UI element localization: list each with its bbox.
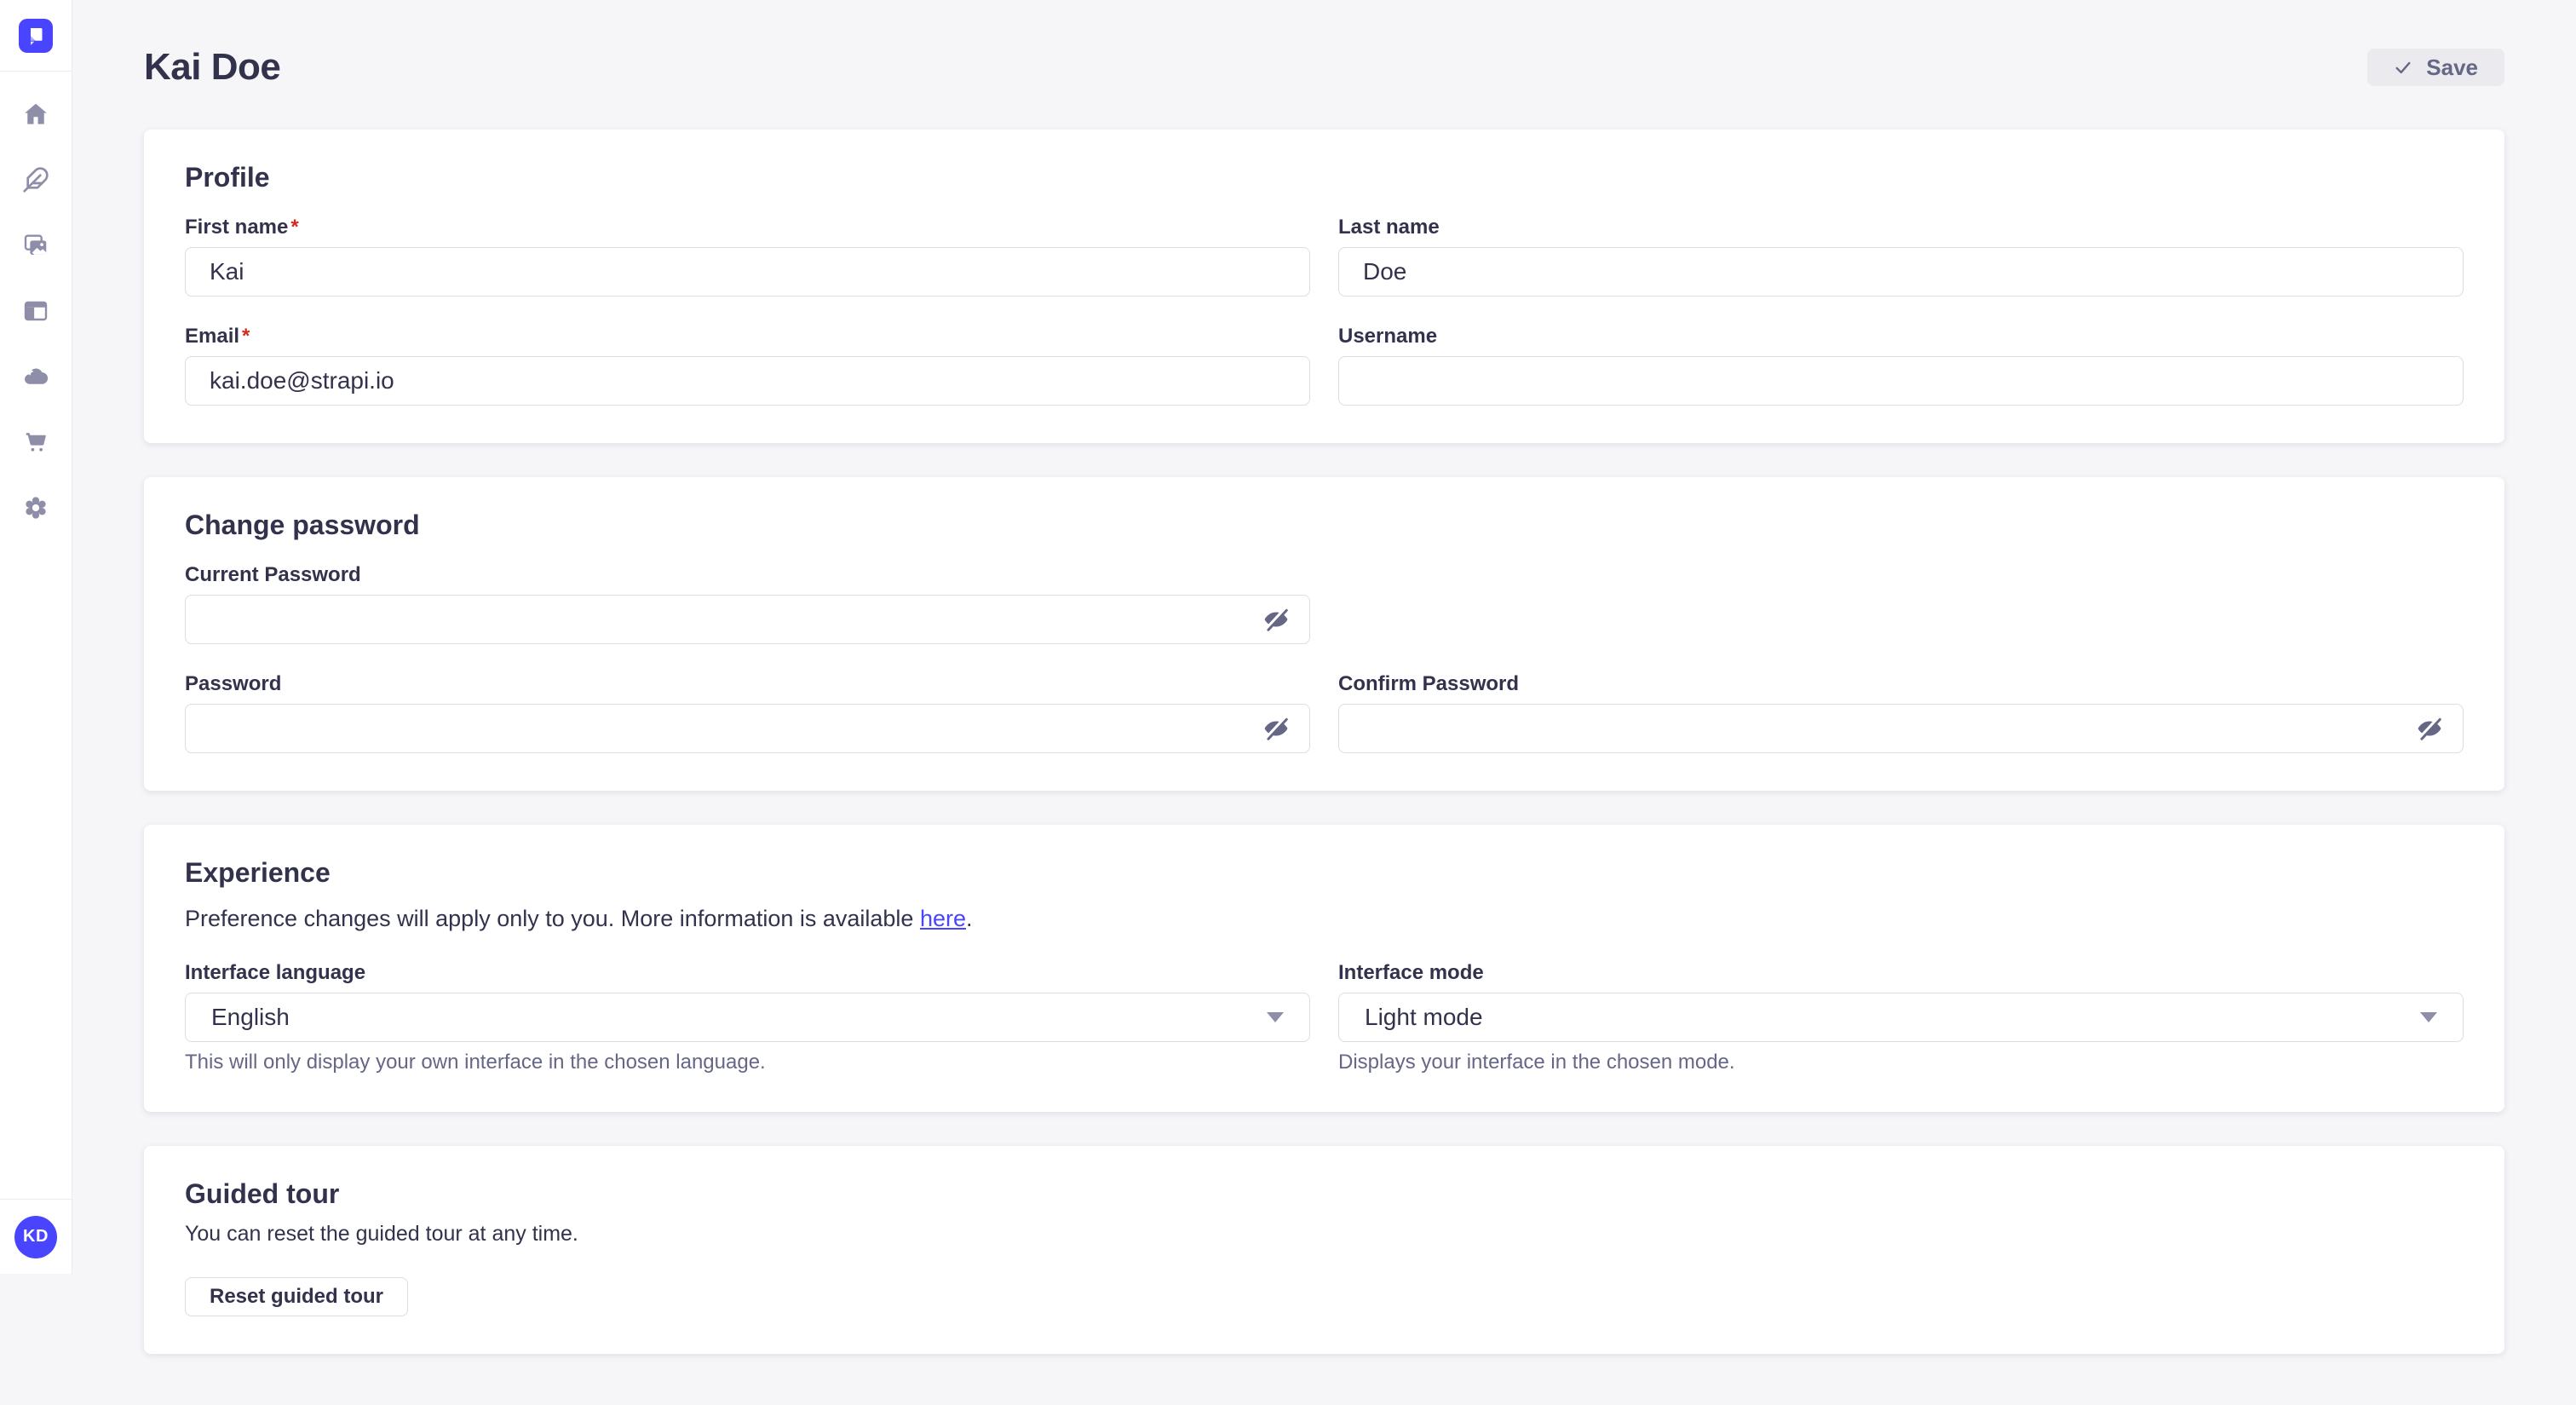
interface-mode-label: Interface mode [1338, 961, 2464, 985]
guided-tour-heading: Guided tour [185, 1178, 2464, 1210]
sidebar-item-home[interactable] [17, 95, 55, 133]
current-password-field: Current Password [185, 563, 1310, 644]
strapi-logo-icon [19, 19, 53, 53]
first-name-input[interactable] [185, 247, 1310, 297]
page-title: Kai Doe [144, 46, 280, 89]
sidebar-item-settings[interactable] [17, 489, 55, 527]
sidebar-item-marketplace[interactable] [17, 423, 55, 461]
eye-slash-icon [1262, 606, 1290, 633]
strapi-logo[interactable] [0, 0, 72, 72]
sidebar-item-cloud[interactable] [17, 358, 55, 395]
user-avatar[interactable]: KD [14, 1216, 57, 1258]
main-content: Kai Doe Save Profile First name* Last na… [72, 0, 2576, 1405]
current-password-input[interactable] [185, 595, 1310, 644]
first-name-label: First name [185, 216, 288, 239]
last-name-input[interactable] [1338, 247, 2464, 297]
guided-tour-description: You can reset the guided tour at any tim… [185, 1222, 2464, 1247]
change-password-card: Change password Current Password [144, 477, 2504, 791]
profile-heading: Profile [185, 162, 2464, 193]
sidebar: KD [0, 0, 72, 1274]
confirm-password-label: Confirm Password [1338, 672, 2464, 696]
experience-card: Experience Preference changes will apply… [144, 825, 2504, 1112]
chevron-down-icon [2420, 1012, 2437, 1022]
email-field: Email* [185, 325, 1310, 406]
eye-slash-icon [1262, 715, 1290, 742]
cloud-icon [22, 363, 49, 390]
profile-card: Profile First name* Last name Email* Use… [144, 130, 2504, 443]
sidebar-nav [17, 72, 55, 527]
new-password-input[interactable] [185, 704, 1310, 753]
guided-tour-card: Guided tour You can reset the guided tou… [144, 1146, 2504, 1354]
toggle-new-password-visibility-button[interactable] [1254, 709, 1298, 748]
username-field: Username [1338, 325, 2464, 406]
experience-heading: Experience [185, 857, 2464, 889]
more-information-link[interactable]: here [920, 906, 966, 931]
experience-description: Preference changes will apply only to yo… [185, 906, 2464, 932]
interface-language-value: English [211, 1004, 290, 1031]
content-type-builder-icon [22, 297, 49, 325]
interface-language-select[interactable]: English [185, 993, 1310, 1042]
media-library-icon [22, 232, 49, 259]
change-password-heading: Change password [185, 510, 2464, 541]
save-button-label: Save [2426, 55, 2478, 81]
required-asterisk: * [290, 216, 298, 239]
interface-mode-select[interactable]: Light mode [1338, 993, 2464, 1042]
interface-mode-value: Light mode [1365, 1004, 1483, 1031]
confirm-password-field: Confirm Password [1338, 672, 2464, 753]
interface-language-field: Interface language English This will onl… [185, 961, 1310, 1074]
interface-mode-field: Interface mode Light mode Displays your … [1338, 961, 2464, 1074]
new-password-label: Password [185, 672, 1310, 696]
email-input[interactable] [185, 356, 1310, 406]
new-password-field: Password [185, 672, 1310, 753]
interface-mode-hint: Displays your interface in the chosen mo… [1338, 1051, 2464, 1074]
last-name-label: Last name [1338, 216, 2464, 239]
sidebar-footer: KD [0, 1199, 72, 1274]
interface-language-label: Interface language [185, 961, 1310, 985]
sidebar-item-content-manager[interactable] [17, 161, 55, 199]
feather-icon [22, 166, 49, 193]
shopping-cart-icon [22, 429, 49, 456]
home-icon [22, 101, 49, 128]
toggle-confirm-password-visibility-button[interactable] [2407, 709, 2452, 748]
page-header: Kai Doe Save [144, 0, 2504, 89]
confirm-password-input[interactable] [1338, 704, 2464, 753]
toggle-current-password-visibility-button[interactable] [1254, 600, 1298, 639]
username-input[interactable] [1338, 356, 2464, 406]
avatar-initials: KD [23, 1227, 49, 1247]
reset-guided-tour-button[interactable]: Reset guided tour [185, 1277, 408, 1316]
last-name-field: Last name [1338, 216, 2464, 297]
first-name-field: First name* [185, 216, 1310, 297]
settings-gear-icon [22, 494, 49, 521]
eye-slash-icon [2416, 715, 2443, 742]
check-icon [2394, 58, 2412, 77]
sidebar-item-content-type-builder[interactable] [17, 292, 55, 330]
sidebar-item-media-library[interactable] [17, 227, 55, 264]
current-password-label: Current Password [185, 563, 1310, 587]
email-label: Email [185, 325, 239, 348]
username-label: Username [1338, 325, 2464, 348]
save-button[interactable]: Save [2367, 49, 2504, 86]
required-asterisk: * [242, 325, 250, 348]
interface-language-hint: This will only display your own interfac… [185, 1051, 1310, 1074]
chevron-down-icon [1267, 1012, 1284, 1022]
